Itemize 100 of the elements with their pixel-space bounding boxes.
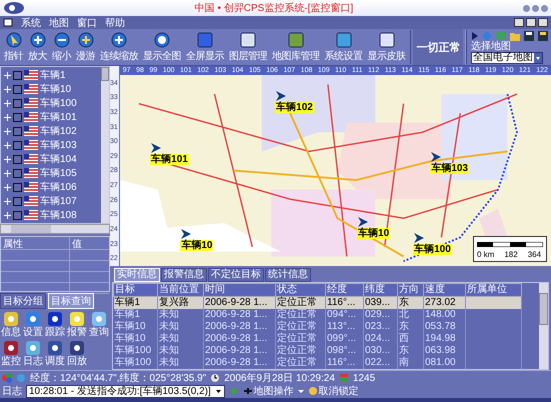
checkbox[interactable]: [13, 140, 22, 150]
toolbar-button[interactable]: 图层管理: [227, 31, 269, 63]
tool-button[interactable]: 监控: [1, 340, 21, 368]
save-icon[interactable]: [523, 30, 535, 42]
expand-icon[interactable]: [4, 184, 11, 190]
expand-icon[interactable]: [4, 198, 11, 204]
checkbox[interactable]: [13, 168, 22, 178]
tree-item[interactable]: 车辆105: [1, 166, 101, 180]
toolbar-button[interactable]: 漫游: [74, 31, 97, 63]
column-header[interactable]: 状态: [276, 284, 326, 296]
maximize-button[interactable]: [532, 4, 539, 12]
expand-icon[interactable]: [4, 114, 11, 120]
expand-icon[interactable]: [4, 212, 11, 218]
tool-button[interactable]: 设置: [23, 311, 43, 339]
tool-button[interactable]: 查询: [89, 311, 109, 339]
toolbar-button[interactable]: 地图库管理: [270, 31, 322, 63]
expand-icon[interactable]: [4, 170, 11, 176]
toolbar-button[interactable]: 缩小: [50, 31, 73, 63]
column-header[interactable]: 方向: [398, 284, 424, 296]
tool-button[interactable]: 信息: [1, 311, 21, 339]
restore-button[interactable]: [526, 18, 536, 27]
tree-item[interactable]: 车辆103: [1, 138, 101, 152]
colors-icon: [2, 373, 12, 383]
table-cell: 024...: [365, 333, 390, 344]
tree-item[interactable]: 车辆104: [1, 152, 101, 166]
expand-icon[interactable]: [4, 100, 11, 106]
checkbox[interactable]: [13, 70, 22, 80]
tool-button[interactable]: 日志: [23, 340, 43, 368]
tool-button[interactable]: 跟踪: [45, 311, 65, 339]
column-header[interactable]: 时间: [204, 284, 276, 296]
checkbox[interactable]: [13, 126, 22, 136]
checkbox[interactable]: [13, 112, 22, 122]
tree-item[interactable]: 车辆106: [1, 180, 101, 194]
tool-button[interactable]: 调度: [45, 340, 65, 368]
expand-icon[interactable]: [4, 86, 11, 92]
tree-item[interactable]: 车辆100: [1, 96, 101, 110]
scrollbar[interactable]: [539, 283, 548, 369]
vehicle-label: 车辆10: [180, 240, 214, 251]
menu-item[interactable]: 窗口: [77, 16, 97, 30]
tree-item[interactable]: 车辆107: [1, 194, 101, 208]
menu-item[interactable]: 地图: [49, 16, 69, 30]
menu-item[interactable]: 系统: [21, 16, 41, 30]
scrollbar[interactable]: [0, 224, 110, 234]
table-row[interactable]: 车辆1 复兴路 2006-9-28 1... 定位正常 116°... 039... 东 273.02: [114, 296, 522, 309]
table-row[interactable]: 车辆100 未知 2006-9-28 1... 定位正常 098°... 030... 东 063.98: [114, 345, 522, 357]
tree-item[interactable]: 车辆102: [1, 124, 101, 138]
checkbox[interactable]: [13, 182, 22, 192]
table-row[interactable]: 车辆10 未知 2006-9-28 1... 定位正常 099°... 024... 西 194.98: [114, 333, 522, 345]
vehicle-flag-icon: [24, 84, 38, 94]
checkbox[interactable]: [13, 154, 22, 164]
tree-item[interactable]: 车辆1: [1, 68, 101, 82]
column-header[interactable]: 当前位置: [158, 284, 204, 296]
expand-icon[interactable]: [4, 72, 11, 78]
app-menu-icon[interactable]: [3, 18, 13, 27]
column-header[interactable]: 经度: [326, 284, 364, 296]
expand-icon[interactable]: [4, 156, 11, 162]
checkbox[interactable]: [13, 98, 22, 108]
checkbox[interactable]: [13, 210, 22, 220]
tool-button[interactable]: 回放: [67, 340, 87, 368]
checkbox[interactable]: [13, 196, 22, 206]
tab[interactable]: 统计信息: [265, 268, 311, 282]
table-row[interactable]: 车辆10 未知 2006-9-28 1... 定位正常 113°... 023... 东 053.78: [114, 321, 522, 333]
caret-icon[interactable]: [298, 388, 304, 394]
tab[interactable]: 实时信息: [114, 268, 160, 282]
table-row[interactable]: 车辆100 未知 2006-9-28 1... 定位正常 116°... 022... 南 081.00: [114, 357, 522, 369]
tool-button[interactable]: 报警: [67, 311, 87, 339]
toolbar-button[interactable]: 放大: [26, 31, 49, 63]
scrollbar[interactable]: [101, 67, 109, 223]
table-cell: 东: [399, 297, 409, 308]
toolbar-button[interactable]: 显示皮肤: [366, 31, 408, 63]
map-select[interactable]: 全国电子地图: [471, 52, 543, 64]
toolbar-button[interactable]: 全屏显示: [184, 31, 226, 63]
save-as-icon[interactable]: [537, 30, 549, 42]
log-dropdown[interactable]: 10:28:01 - 发送指令成功:[车辆103.5(0,2)]: [26, 384, 225, 398]
count-text: 1245: [352, 372, 376, 384]
unlock-button[interactable]: 取消锁定: [308, 384, 359, 398]
table-cell: 东: [399, 321, 409, 332]
tab[interactable]: 目标查询: [48, 293, 94, 309]
checkbox[interactable]: [13, 84, 22, 94]
tab[interactable]: 报警信息: [161, 268, 207, 282]
column-header[interactable]: 目标: [114, 284, 158, 296]
column-header[interactable]: 所属单位: [466, 284, 522, 296]
column-header: 属性: [1, 237, 70, 249]
column-header[interactable]: 纬度: [364, 284, 398, 296]
toolbar-button[interactable]: 连续缩放: [98, 31, 140, 63]
toolbar-button[interactable]: 指针: [2, 31, 25, 63]
tab[interactable]: 不定位目标: [208, 268, 264, 282]
map-operation-button[interactable]: 地图操作: [242, 384, 294, 398]
tree-item[interactable]: 车辆108: [1, 208, 101, 222]
tree-item[interactable]: 车辆101: [1, 110, 101, 124]
expand-icon[interactable]: [4, 128, 11, 134]
toolbar-button[interactable]: 显示全图: [141, 31, 183, 63]
toolbar-button[interactable]: 系统设置: [322, 31, 364, 63]
play-icon[interactable]: [471, 30, 479, 40]
expand-icon[interactable]: [4, 142, 11, 148]
menu-item[interactable]: 帮助: [105, 16, 125, 30]
tree-item[interactable]: 车辆10: [1, 82, 101, 96]
column-header[interactable]: 速度: [424, 284, 466, 296]
table-row[interactable]: 车辆1 未知 2006-9-28 1... 定位正常 094°... 029... 北 148.00: [114, 309, 522, 321]
tab[interactable]: 目标分组: [0, 293, 46, 309]
